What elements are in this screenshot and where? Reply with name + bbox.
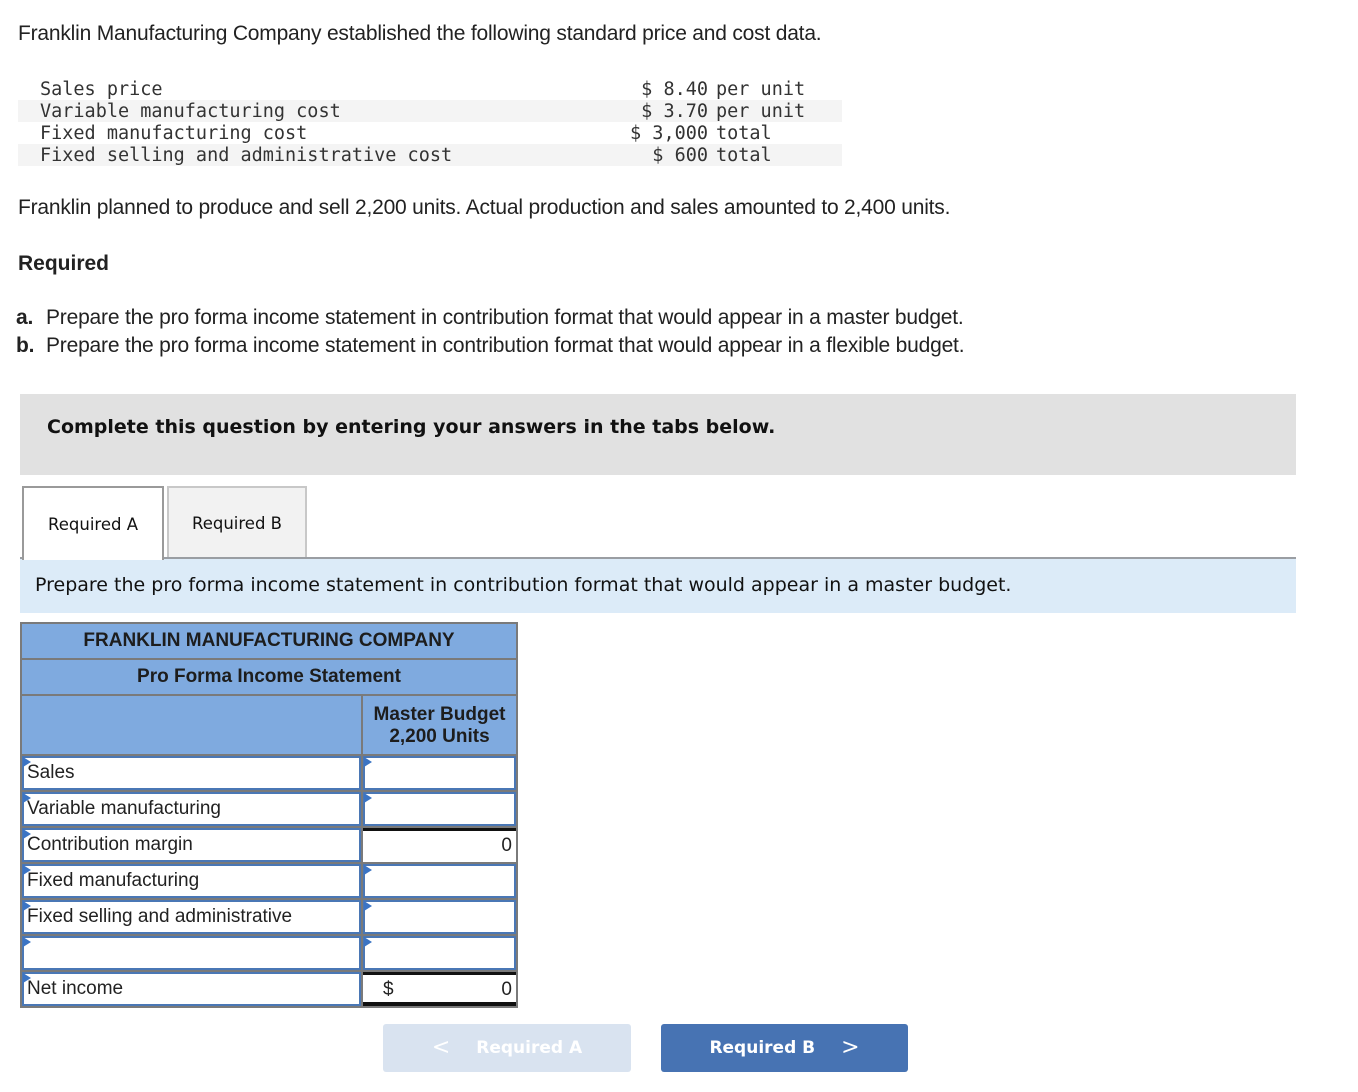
cost-label: Sales price (40, 78, 163, 100)
column-header-line1: Master Budget (373, 704, 506, 725)
statement-title: Pro Forma Income Statement (22, 660, 516, 694)
cost-label: Variable manufacturing cost (40, 100, 341, 122)
dropdown-flag-icon (23, 757, 31, 767)
contribution-margin-total: 0 (363, 828, 516, 862)
requirements-list: a. Prepare the pro forma income statement… (16, 304, 965, 360)
cost-value: $ 3,000 (630, 122, 708, 144)
chevron-right-icon: > (841, 1035, 860, 1060)
dropdown-flag-icon (23, 901, 31, 911)
row-label-input[interactable]: Sales (22, 756, 361, 790)
requirement-item: b. Prepare the pro forma income statement… (16, 332, 965, 360)
row-label-text: Sales (27, 762, 75, 783)
amount-value: 0 (501, 979, 512, 1000)
requirement-item: a. Prepare the pro forma income statement… (16, 304, 964, 332)
cost-value: $ 8.40 (641, 78, 708, 100)
label-column-header (22, 696, 361, 754)
income-statement-table: FRANKLIN MANUFACTURING COMPANY Pro Forma… (20, 622, 518, 1008)
cost-row: Fixed manufacturing cost $ 3,000 total (18, 122, 842, 144)
cost-value: $ 600 (652, 144, 708, 166)
currency-symbol: $ (383, 979, 394, 1000)
dropdown-flag-icon (23, 793, 31, 803)
cost-unit: total (716, 144, 772, 166)
amount-input[interactable] (363, 864, 516, 898)
dropdown-flag-icon (364, 865, 372, 875)
dropdown-flag-icon (23, 937, 31, 947)
master-budget-column-header: Master Budget 2,200 Units (363, 696, 516, 754)
amount-value: 0 (501, 835, 512, 856)
statement-row-variable-manufacturing: Variable manufacturing (22, 792, 516, 826)
cost-row: Variable manufacturing cost $ 3.70 per u… (18, 100, 842, 122)
row-label-input[interactable] (22, 936, 361, 970)
cost-unit: per unit (716, 100, 806, 122)
cost-row: Fixed selling and administrative cost $ … (18, 144, 842, 166)
row-label-input[interactable]: Contribution margin (22, 828, 361, 862)
row-label-input[interactable]: Net income (22, 972, 361, 1006)
requirement-letter: a. (16, 306, 34, 329)
instruction-banner: Complete this question by entering your … (20, 394, 1296, 475)
dropdown-flag-icon (23, 865, 31, 875)
row-label-text: Net income (27, 978, 124, 999)
amount-input[interactable] (363, 900, 516, 934)
chevron-left-icon: < (431, 1035, 451, 1060)
dropdown-flag-icon (23, 829, 31, 839)
statement-row-sales: Sales (22, 756, 516, 790)
previous-tab-label: Required A (476, 1038, 583, 1058)
amount-input[interactable] (363, 756, 516, 790)
row-label-text: Variable manufacturing (27, 798, 221, 819)
tab-prompt-banner: Prepare the pro forma income statement i… (20, 559, 1296, 613)
dropdown-flag-icon (23, 973, 31, 983)
requirement-letter: b. (16, 334, 35, 357)
dropdown-flag-icon (364, 937, 372, 947)
row-label-text: Fixed selling and administrative (27, 906, 293, 927)
row-label-input[interactable]: Fixed selling and administrative (22, 900, 361, 934)
cost-unit: total (716, 122, 772, 144)
next-tab-label: Required B (709, 1038, 816, 1058)
cost-label: Fixed selling and administrative cost (40, 144, 453, 166)
previous-tab-button[interactable]: < Required A (383, 1024, 631, 1072)
statement-row-fixed-manufacturing: Fixed manufacturing (22, 864, 516, 898)
tab-required-a[interactable]: Required A (22, 486, 164, 560)
row-label-text: Fixed manufacturing (27, 870, 200, 891)
statement-row-contribution-margin: Contribution margin 0 (22, 828, 516, 862)
tab-required-b[interactable]: Required B (167, 486, 307, 558)
cost-unit: per unit (716, 78, 806, 100)
statement-row-blank (22, 936, 516, 970)
dropdown-flag-icon (364, 793, 372, 803)
column-header-line2: 2,200 Units (389, 726, 490, 747)
requirement-text: Prepare the pro forma income statement i… (46, 334, 965, 357)
cost-label: Fixed manufacturing cost (40, 122, 308, 144)
net-income-total: $0 (363, 972, 516, 1006)
tab-prompt-text: Prepare the pro forma income statement i… (35, 574, 1012, 596)
dropdown-flag-icon (364, 757, 372, 767)
requirement-text: Prepare the pro forma income statement i… (46, 306, 964, 329)
cost-value: $ 3.70 (641, 100, 708, 122)
row-label-input[interactable]: Fixed manufacturing (22, 864, 361, 898)
required-heading: Required (18, 252, 110, 275)
cost-row: Sales price $ 8.40 per unit (18, 78, 842, 100)
statement-column-header-row: Master Budget 2,200 Units (22, 696, 516, 754)
cost-data-table: Sales price $ 8.40 per unit Variable man… (18, 78, 842, 166)
intro-text: Franklin Manufacturing Company establish… (18, 22, 822, 45)
row-label-text: Contribution margin (27, 834, 193, 855)
planned-text: Franklin planned to produce and sell 2,2… (18, 196, 951, 219)
next-tab-button[interactable]: Required B > (661, 1024, 908, 1072)
statement-row-net-income: Net income $0 (22, 972, 516, 1006)
statement-company-name: FRANKLIN MANUFACTURING COMPANY (22, 624, 516, 658)
amount-input[interactable] (363, 936, 516, 970)
row-label-input[interactable]: Variable manufacturing (22, 792, 361, 826)
instruction-text: Complete this question by entering your … (47, 416, 776, 438)
dropdown-flag-icon (364, 901, 372, 911)
statement-row-fixed-selling-admin: Fixed selling and administrative (22, 900, 516, 934)
amount-input[interactable] (363, 792, 516, 826)
